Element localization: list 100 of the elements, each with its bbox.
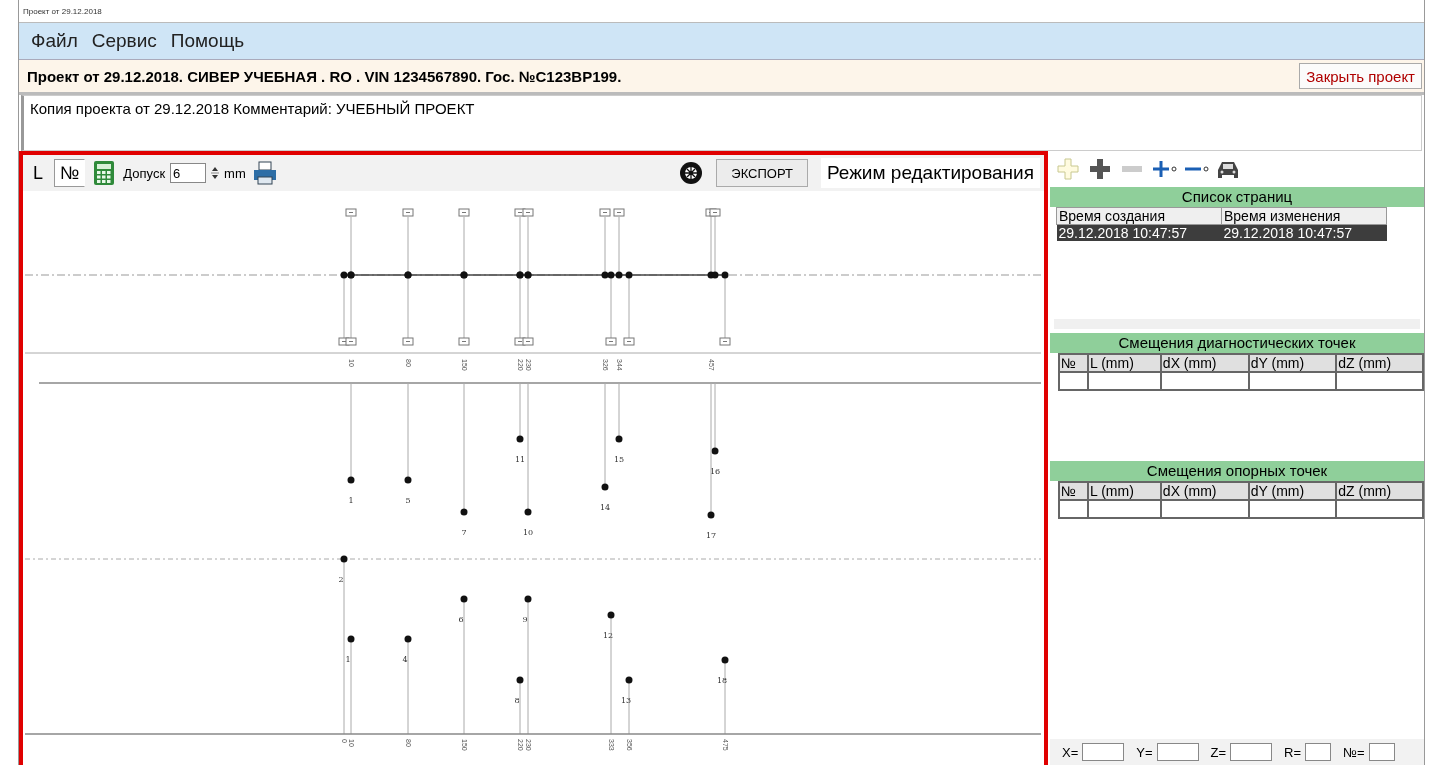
point-marker[interactable] [340,271,348,279]
point-marker[interactable] [460,508,468,516]
tag-marker [522,337,534,346]
point-marker[interactable] [607,611,615,619]
point-marker[interactable] [516,435,524,443]
point-label: 13 [620,696,632,705]
point-marker[interactable] [601,483,609,491]
section-header: Список страниц [1050,187,1424,207]
mode-label: Режим редактирования [820,158,1040,188]
tag-marker [709,208,721,217]
point-marker[interactable] [711,447,719,455]
coordinate-field[interactable] [1082,743,1125,761]
column-header[interactable]: № [1059,354,1088,372]
menu-item[interactable]: Сервис [89,28,159,54]
point-label: 15 [613,455,625,464]
table-cell[interactable] [1059,372,1088,390]
tag-marker [719,337,731,346]
close-project-button[interactable]: Закрыть проект [1299,63,1422,89]
table-cell[interactable] [1160,372,1249,390]
coordinate-label: X= [1062,744,1079,760]
coordinate-label: №= [1343,744,1365,760]
coordinate-label: Y= [1136,744,1153,760]
point-label: 16 [709,467,721,476]
section-header: Смещения диагностических точек [1050,333,1424,353]
point-marker[interactable] [625,271,633,279]
point-marker[interactable] [721,271,729,279]
tag-marker [599,208,611,217]
coordinate-field[interactable] [1156,743,1199,761]
tag-marker [458,337,470,346]
column-header[interactable]: dY (mm) [1248,482,1337,500]
menu-item[interactable]: Файл [29,28,80,54]
coordinate-field[interactable] [1230,743,1273,761]
point-label: 6 [458,615,464,624]
table-cell[interactable] [1336,372,1423,390]
tag-marker [402,208,414,217]
table-cell[interactable] [1248,372,1337,390]
menu-item[interactable]: Помощь [168,28,247,54]
point-marker[interactable] [625,676,633,684]
point-label: 18 [716,676,728,685]
coordinate-field[interactable] [1305,743,1332,761]
tag-marker [458,208,470,217]
column-header[interactable]: Время создания [1056,207,1222,225]
tag-marker [345,208,357,217]
column-header[interactable]: № [1059,482,1088,500]
point-marker[interactable] [721,656,729,664]
toggle-button[interactable]: № [54,159,86,187]
tag-marker [613,208,625,217]
point-label: 2 [338,575,344,584]
unit-label: mm [224,165,246,181]
point-marker[interactable] [340,555,348,563]
column-header[interactable]: Время изменения [1221,207,1387,225]
point-marker[interactable] [707,511,715,519]
column-header[interactable]: dZ (mm) [1336,354,1423,372]
tolerance-field[interactable]: 6 [170,163,207,183]
point-label: 1 [345,655,351,664]
tag-marker [522,208,534,217]
point-label: 14 [599,503,611,512]
column-header[interactable]: dZ (mm) [1336,482,1423,500]
export-button[interactable]: ЭКСПОРТ [716,159,808,187]
point-label: 8 [514,696,520,705]
section-header: Смещения опорных точек [1050,461,1424,481]
column-header[interactable]: L (mm) [1088,482,1161,500]
table-cell[interactable] [1088,500,1161,518]
table-cell[interactable] [1248,500,1337,518]
point-marker[interactable] [615,435,623,443]
column-header[interactable]: dX (mm) [1160,482,1249,500]
column-header[interactable]: L (mm) [1088,354,1161,372]
tag-marker [402,337,414,346]
point-marker[interactable] [607,271,615,279]
table-cell[interactable] [1160,500,1249,518]
tag-marker [605,337,617,346]
table-cell[interactable] [1059,500,1088,518]
project-title: Проект от 29.12.2018. СИВЕР УЧЕБНАЯ . RO . VIN 1234567890. Гос. №C123BP199. [27,67,622,85]
point-marker[interactable] [404,635,412,643]
tolerance-label: Допуск [123,165,166,181]
point-label: 10 [522,528,534,537]
table-cell[interactable] [1088,372,1161,390]
table-cell[interactable] [1336,500,1423,518]
column-header[interactable]: dX (mm) [1160,354,1249,372]
column-header[interactable]: dY (mm) [1248,354,1337,372]
coordinate-label: Z= [1210,744,1227,760]
point-label: 17 [705,531,717,540]
point-marker[interactable] [711,271,719,279]
coordinate-field[interactable] [1368,743,1395,761]
point-marker[interactable] [347,476,355,484]
point-label: 12 [602,631,614,640]
point-label: 7 [461,528,467,537]
point-label: 1 [348,496,354,505]
point-marker[interactable] [524,595,532,603]
point-marker[interactable] [601,271,609,279]
point-marker[interactable] [460,595,468,603]
tag-marker [623,337,635,346]
point-marker[interactable] [347,635,355,643]
point-marker[interactable] [404,476,412,484]
comment-field[interactable]: Копия проекта от 29.12.2018 Комментарий: УЧЕБНЫЙ ПРОЕКТ [21,95,1422,151]
point-marker[interactable] [524,508,532,516]
coordinate-label: R= [1284,744,1302,760]
point-marker[interactable] [615,271,623,279]
window-title: Проект от 29.12.2018 [23,6,102,16]
point-marker[interactable] [516,676,524,684]
